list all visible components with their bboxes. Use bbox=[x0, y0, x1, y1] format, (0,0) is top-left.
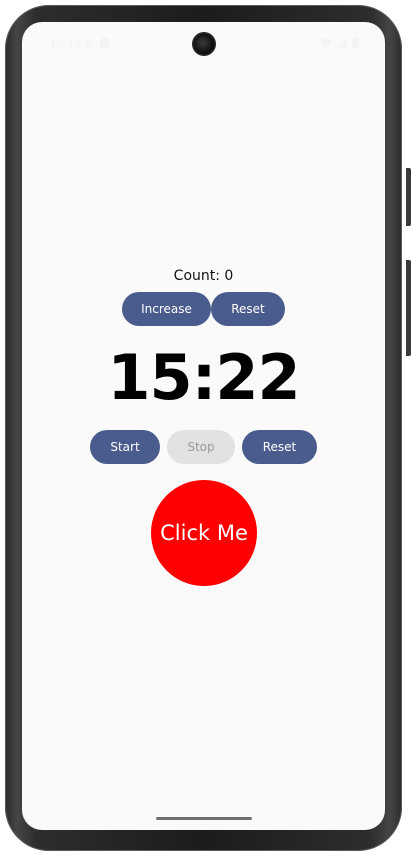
app-content: Count: 0 Increase Reset 15:22 Start Stop… bbox=[22, 22, 385, 830]
click-me-button[interactable]: Click Me bbox=[151, 480, 257, 586]
gesture-navigation-bar[interactable] bbox=[156, 817, 252, 820]
power-button bbox=[406, 168, 411, 226]
count-label: Count: 0 bbox=[173, 268, 234, 284]
stop-button[interactable]: Stop bbox=[167, 430, 235, 464]
start-button[interactable]: Start bbox=[90, 430, 160, 464]
increase-button[interactable]: Increase bbox=[122, 292, 211, 326]
device: 10:10 Count: 0 Increase Reset 15:22 Star… bbox=[0, 0, 411, 857]
screen: 10:10 Count: 0 Increase Reset 15:22 Star… bbox=[22, 22, 385, 830]
volume-button bbox=[406, 260, 411, 356]
stopwatch-time: 15:22 bbox=[107, 341, 300, 414]
counter-reset-button[interactable]: Reset bbox=[211, 292, 285, 326]
stopwatch-reset-button[interactable]: Reset bbox=[242, 430, 317, 464]
